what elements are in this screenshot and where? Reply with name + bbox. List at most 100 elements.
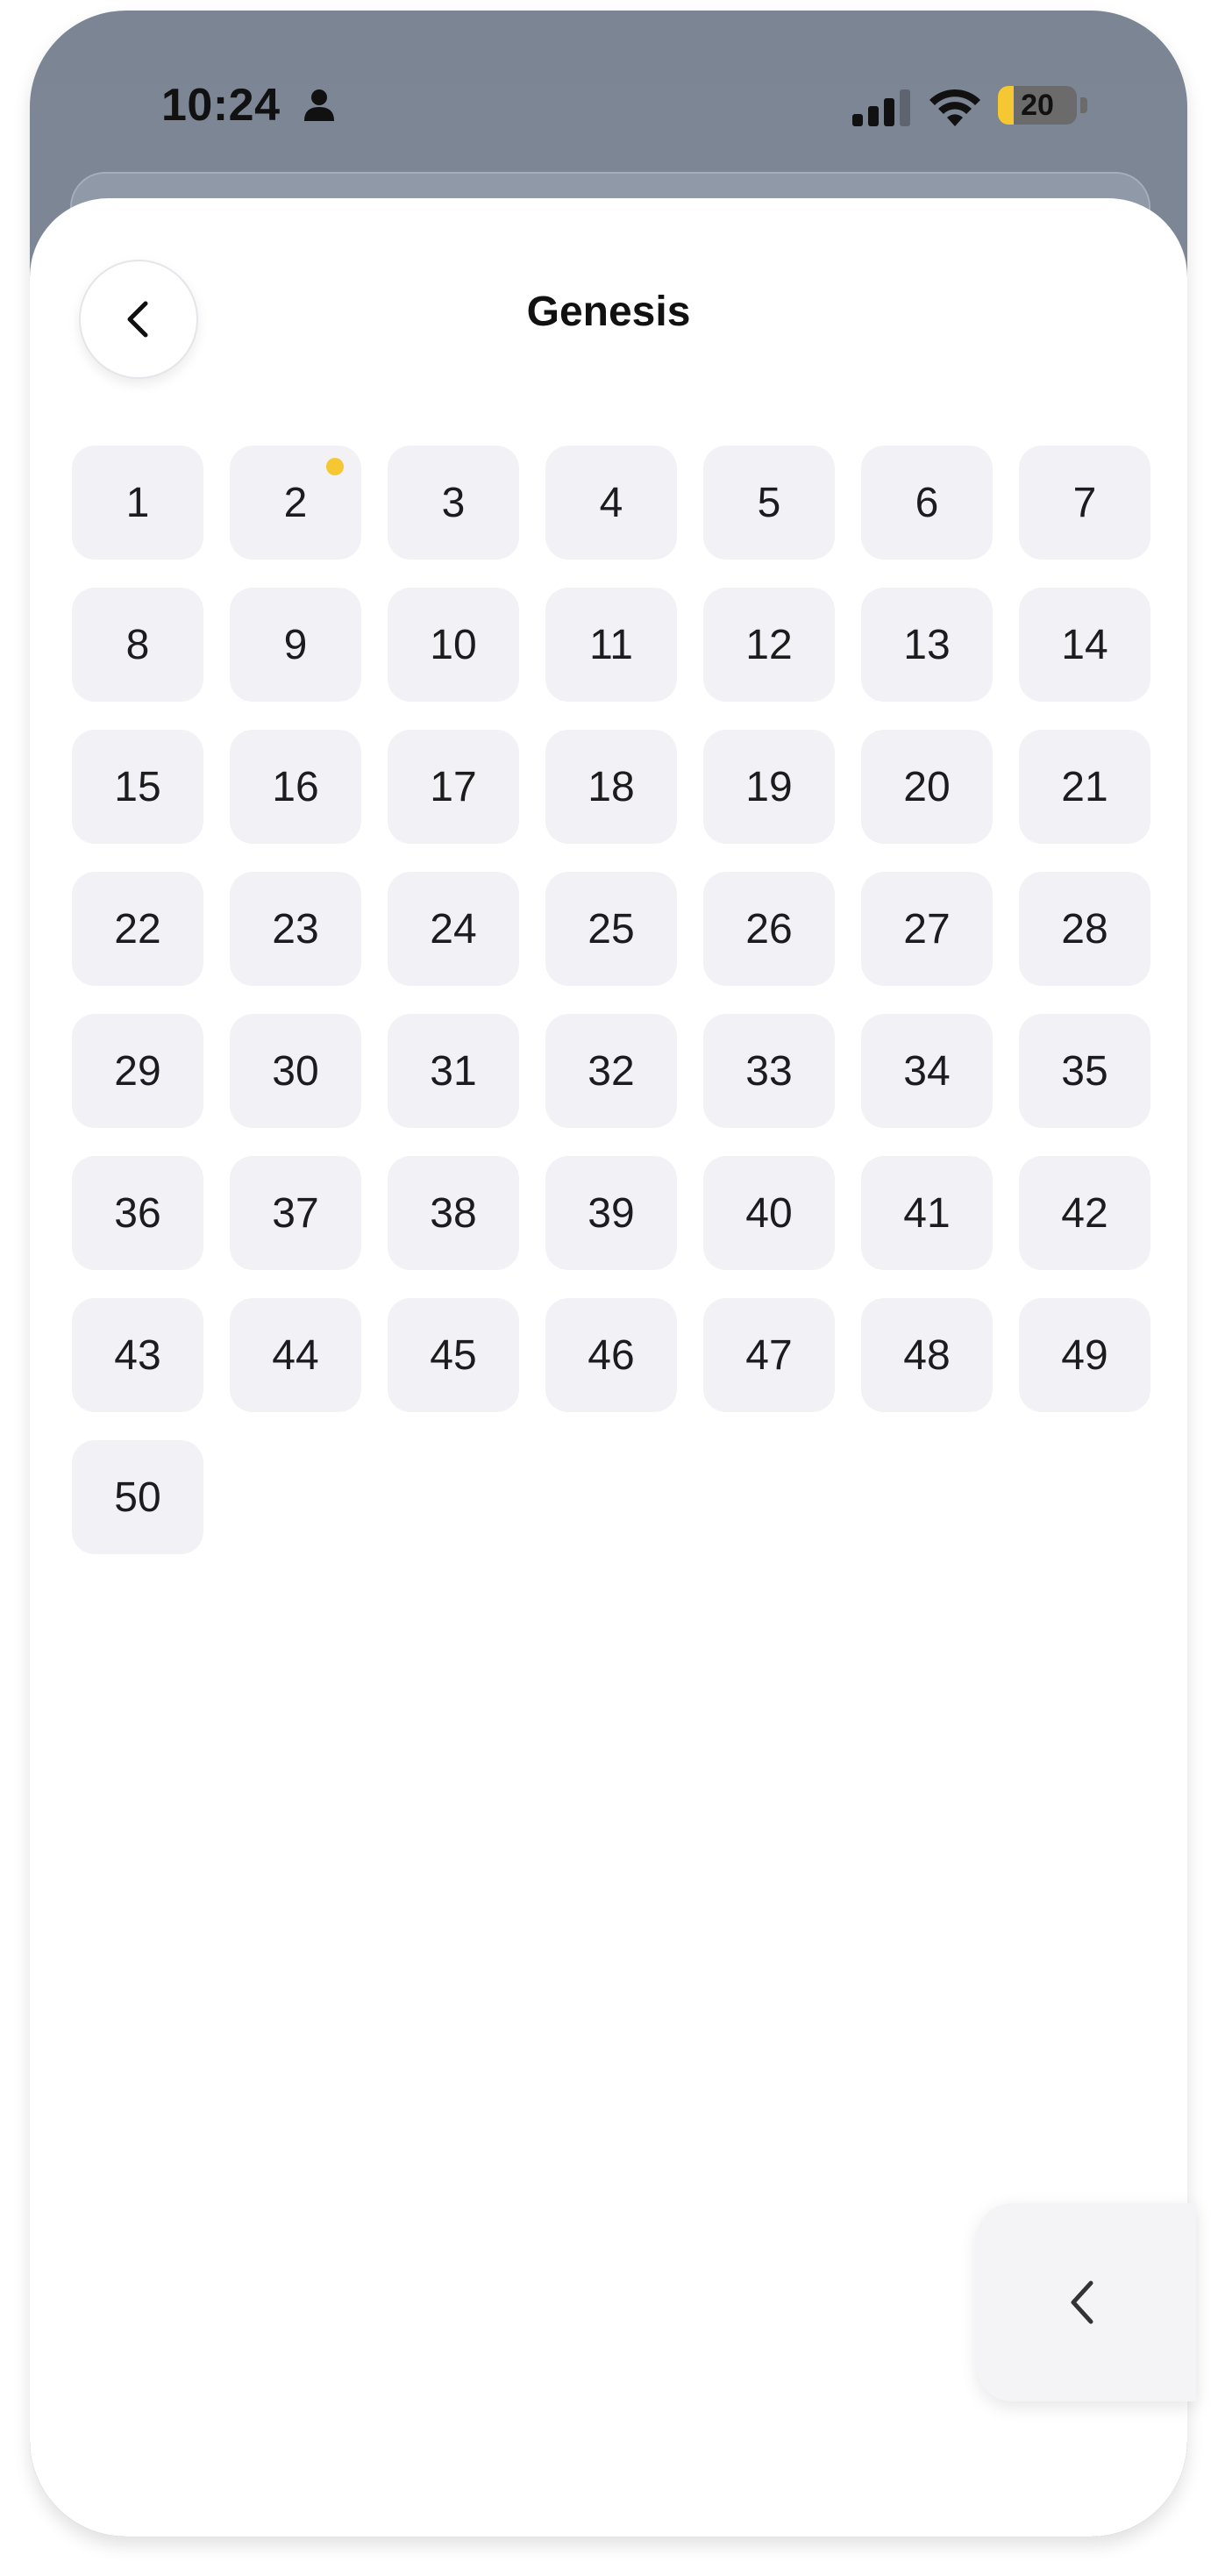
chapter-button[interactable]: 28 (1019, 872, 1150, 986)
chapter-button[interactable]: 2 (230, 446, 361, 560)
chapter-button[interactable]: 27 (861, 872, 993, 986)
battery-tip (1080, 97, 1087, 113)
chapter-button[interactable]: 45 (388, 1298, 519, 1412)
chapter-number: 46 (588, 1331, 635, 1379)
chapter-number: 35 (1061, 1047, 1108, 1095)
chapter-sheet: Genesis 1 2 3 4 5 6 7 8 9 10 11 12 13 14 15 16 17 18 19 20 2… (30, 198, 1187, 2537)
chapter-button[interactable]: 20 (861, 730, 993, 844)
wifi-icon (930, 89, 980, 126)
chapter-button[interactable]: 44 (230, 1298, 361, 1412)
chapter-number: 39 (588, 1189, 635, 1237)
chapter-number: 1 (125, 479, 150, 526)
chapter-button[interactable]: 30 (230, 1014, 361, 1128)
chapter-button[interactable]: 39 (545, 1156, 677, 1270)
chapter-button[interactable]: 22 (72, 872, 203, 986)
chapter-button[interactable]: 5 (703, 446, 835, 560)
chapter-number: 3 (441, 479, 466, 526)
chapter-number: 49 (1061, 1331, 1108, 1379)
chapter-number: 13 (903, 621, 951, 668)
chapter-number: 9 (283, 621, 308, 668)
chapter-number: 34 (903, 1047, 951, 1095)
progress-marker-dot (326, 458, 344, 475)
chapter-number: 6 (915, 479, 939, 526)
chapter-button[interactable]: 25 (545, 872, 677, 986)
chapter-button[interactable]: 15 (72, 730, 203, 844)
chapter-number: 45 (430, 1331, 477, 1379)
chapter-button[interactable]: 31 (388, 1014, 519, 1128)
chapter-number: 16 (272, 763, 319, 810)
chapter-button[interactable]: 6 (861, 446, 993, 560)
chapter-button[interactable]: 47 (703, 1298, 835, 1412)
chapter-button[interactable]: 37 (230, 1156, 361, 1270)
chapter-button[interactable]: 36 (72, 1156, 203, 1270)
chapter-number: 25 (588, 905, 635, 953)
signal-icon (852, 89, 910, 126)
chapter-number: 30 (272, 1047, 319, 1095)
chapter-button[interactable]: 14 (1019, 588, 1150, 702)
chapter-button[interactable]: 3 (388, 446, 519, 560)
chapter-number: 7 (1072, 479, 1097, 526)
chapter-grid: 1 2 3 4 5 6 7 8 9 10 11 12 13 14 15 16 17 18 19 20 21 22 23 24 2… (72, 446, 1150, 1554)
chapter-button[interactable]: 17 (388, 730, 519, 844)
chapter-number: 2 (283, 479, 308, 526)
chapter-number: 4 (599, 479, 623, 526)
status-bar: 10:24 20 (30, 11, 1187, 186)
chevron-left-icon (1071, 2280, 1093, 2324)
chapter-button[interactable]: 32 (545, 1014, 677, 1128)
chapter-number: 40 (745, 1189, 793, 1237)
chapter-button[interactable]: 9 (230, 588, 361, 702)
chapter-button[interactable]: 12 (703, 588, 835, 702)
chapter-number: 29 (114, 1047, 161, 1095)
chapter-number: 44 (272, 1331, 319, 1379)
chapter-number: 32 (588, 1047, 635, 1095)
chapter-button[interactable]: 29 (72, 1014, 203, 1128)
chapter-button[interactable]: 50 (72, 1440, 203, 1554)
chapter-number: 5 (757, 479, 781, 526)
chapter-button[interactable]: 38 (388, 1156, 519, 1270)
chapter-number: 47 (745, 1331, 793, 1379)
chapter-number: 28 (1061, 905, 1108, 953)
chapter-button[interactable]: 48 (861, 1298, 993, 1412)
chapter-button[interactable]: 21 (1019, 730, 1150, 844)
person-icon (304, 89, 334, 121)
chapter-number: 15 (114, 763, 161, 810)
chapter-number: 21 (1061, 763, 1108, 810)
chapter-number: 37 (272, 1189, 319, 1237)
chapter-number: 23 (272, 905, 319, 953)
chapter-button[interactable]: 19 (703, 730, 835, 844)
floating-side-tab[interactable] (977, 2203, 1196, 2401)
chapter-button[interactable]: 46 (545, 1298, 677, 1412)
chapter-button[interactable]: 35 (1019, 1014, 1150, 1128)
chapter-button[interactable]: 34 (861, 1014, 993, 1128)
chapter-button[interactable]: 23 (230, 872, 361, 986)
chapter-button[interactable]: 41 (861, 1156, 993, 1270)
chapter-button[interactable]: 33 (703, 1014, 835, 1128)
chapter-number: 41 (903, 1189, 951, 1237)
chapter-number: 48 (903, 1331, 951, 1379)
chapter-button[interactable]: 11 (545, 588, 677, 702)
chapter-button[interactable]: 24 (388, 872, 519, 986)
chapter-button[interactable]: 40 (703, 1156, 835, 1270)
chapter-number: 27 (903, 905, 951, 953)
chapter-number: 11 (589, 621, 633, 668)
chapter-button[interactable]: 26 (703, 872, 835, 986)
battery-icon: 20 (998, 86, 1077, 125)
chapter-button[interactable]: 7 (1019, 446, 1150, 560)
chapter-button[interactable]: 1 (72, 446, 203, 560)
chapter-number: 12 (745, 621, 793, 668)
chapter-number: 17 (430, 763, 477, 810)
chapter-button[interactable]: 16 (230, 730, 361, 844)
chapter-button[interactable]: 10 (388, 588, 519, 702)
chapter-button[interactable]: 18 (545, 730, 677, 844)
battery-level: 20 (1021, 89, 1054, 122)
chapter-button[interactable]: 4 (545, 446, 677, 560)
chapter-number: 43 (114, 1331, 161, 1379)
chapter-button[interactable]: 49 (1019, 1298, 1150, 1412)
status-time: 10:24 (161, 80, 281, 131)
chapter-button[interactable]: 8 (72, 588, 203, 702)
chapter-button[interactable]: 42 (1019, 1156, 1150, 1270)
phone-frame: 10:24 20 Genesis 123456789 10 11 12 13 1… (30, 11, 1187, 2537)
chapter-number: 14 (1061, 621, 1108, 668)
chapter-button[interactable]: 13 (861, 588, 993, 702)
chapter-button[interactable]: 43 (72, 1298, 203, 1412)
